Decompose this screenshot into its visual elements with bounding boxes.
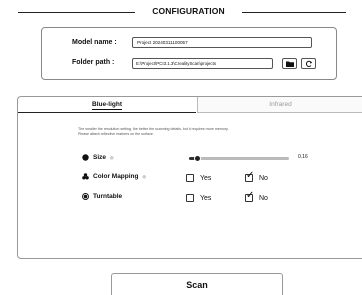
header-rule-left: [18, 12, 135, 13]
scan-button[interactable]: Scan: [111, 273, 283, 295]
color-mapping-setting: Color Mapping ◎: [82, 173, 146, 180]
resolution-hint: The smaller the resolution setting, the …: [78, 127, 318, 137]
color-mapping-yes-checkbox[interactable]: [186, 174, 194, 182]
refresh-path-button[interactable]: [301, 58, 316, 69]
size-label: Size: [93, 154, 107, 161]
model-name-label: Model name :: [72, 39, 117, 46]
turntable-icon: [82, 193, 89, 200]
folder-path-label: Folder path :: [72, 59, 115, 66]
turntable-yes-option[interactable]: Yes: [186, 194, 211, 202]
hint-line-2: Please attach reflective markers on the …: [78, 132, 154, 136]
turntable-setting: Turntable: [82, 193, 122, 200]
turntable-yes-label: Yes: [200, 194, 212, 202]
checkmark-icon: ✓: [246, 190, 255, 201]
model-name-input[interactable]: Project 20240311100057: [132, 37, 312, 48]
size-slider-handle[interactable]: [194, 155, 201, 162]
tab-blue-light-label: Blue-light: [92, 101, 122, 110]
size-value: 0.16: [298, 154, 308, 160]
checkmark-icon: ✓: [246, 170, 255, 181]
color-mapping-yes-label: Yes: [200, 174, 212, 182]
turntable-no-option[interactable]: ✓ No: [245, 190, 268, 202]
color-mapping-label: Color Mapping: [93, 173, 139, 180]
folder-path-input[interactable]: E:\Project\PCI3.1.3\CrealityScan\project…: [132, 58, 273, 69]
turntable-label: Turntable: [93, 193, 123, 200]
browse-folder-button[interactable]: [282, 58, 297, 69]
tab-blue-light[interactable]: Blue-light: [18, 97, 196, 113]
color-mapping-no-checkbox[interactable]: ✓: [245, 170, 255, 182]
turntable-no-checkbox[interactable]: ✓: [245, 190, 255, 202]
tab-infrared[interactable]: Infrared: [197, 97, 362, 113]
configuration-header: CONFIGURATION: [0, 6, 362, 18]
color-mapping-yes-option[interactable]: Yes: [186, 174, 211, 182]
color-mapping-no-label: No: [259, 174, 268, 182]
palette-icon: [82, 173, 89, 180]
color-mapping-info-icon[interactable]: ◎: [143, 174, 147, 179]
size-icon: [82, 154, 89, 161]
header-rule-right: [242, 12, 346, 13]
turntable-yes-checkbox[interactable]: [186, 194, 194, 202]
turntable-no-label: No: [259, 194, 268, 202]
page-title: CONFIGURATION: [152, 6, 225, 16]
size-slider[interactable]: [189, 155, 289, 162]
size-setting: Size ◎: [82, 154, 114, 161]
color-mapping-no-option[interactable]: ✓ No: [245, 170, 268, 182]
size-info-icon[interactable]: ◎: [110, 155, 114, 160]
folder-icon: [285, 61, 294, 67]
project-settings-box: Model name : Project 20240311100057 Fold…: [41, 27, 337, 80]
refresh-icon: [305, 60, 312, 67]
